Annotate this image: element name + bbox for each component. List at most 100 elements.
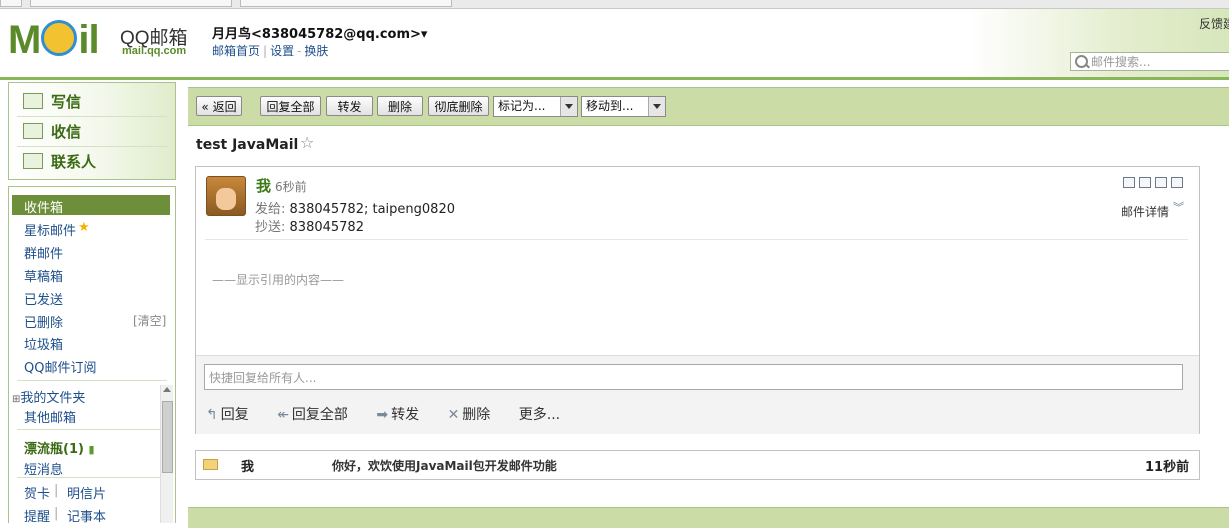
mail-view-icons xyxy=(1123,177,1187,192)
avatar xyxy=(206,176,246,216)
reply-all-icon: ↞ xyxy=(277,407,289,423)
divider xyxy=(17,429,167,430)
settings-link[interactable]: 设置 xyxy=(270,44,294,58)
more-action[interactable]: 更多... xyxy=(519,407,560,423)
sidebar-scrollbar[interactable] xyxy=(160,385,173,523)
mail-toolbar: « 返回 回复全部 转发 删除 彻底删除 标记为... 移动到... xyxy=(188,87,1229,126)
thread-subject: 你好，欢饮使用JavaMail包开发邮件功能 xyxy=(332,459,557,473)
separator: | xyxy=(54,483,59,498)
my-folders-toggle[interactable]: ⊞我的文件夹 xyxy=(12,387,85,406)
divider xyxy=(17,146,167,147)
brand-url: mail.qq.com xyxy=(122,45,187,57)
print-icon[interactable] xyxy=(1171,177,1183,188)
contacts-action[interactable]: 联系人 xyxy=(23,151,96,172)
receive-icon xyxy=(23,122,43,139)
mail-time: 6秒前 xyxy=(275,180,307,194)
mail-details-link[interactable]: 邮件详情 xyxy=(1121,203,1169,220)
chevron-down-icon xyxy=(648,97,665,116)
forward-button[interactable]: 转发 xyxy=(326,96,373,116)
mail-view: 我 6秒前 发给: 838045782; taipeng0820 抄送: 838… xyxy=(195,166,1200,434)
search-icon xyxy=(1075,55,1088,68)
chevron-down-icon xyxy=(560,97,577,116)
mailbox-home-link[interactable]: 邮箱首页 xyxy=(212,44,260,58)
divider xyxy=(17,380,167,381)
mail-search-input[interactable]: 邮件搜索... xyxy=(1070,52,1229,71)
thread-row[interactable]: 我 你好，欢饮使用JavaMail包开发邮件功能 11秒前 xyxy=(195,450,1200,480)
browser-tab[interactable] xyxy=(240,0,452,7)
bottle-icon: ▮ xyxy=(88,443,95,456)
header-divider xyxy=(0,77,1229,80)
folder-sms[interactable]: 短消息 xyxy=(24,459,63,478)
bottom-toolbar xyxy=(188,507,1229,528)
folder-other-mail[interactable]: 其他邮箱 xyxy=(24,407,76,426)
folder-cards[interactable]: 贺卡 xyxy=(24,483,50,502)
folder-reminder[interactable]: 提醒 xyxy=(24,506,50,525)
mail-subject: test JavaMail xyxy=(196,137,299,153)
qq-mail-logo[interactable]: Mil xyxy=(8,18,100,63)
compose-action[interactable]: 写信 xyxy=(23,91,81,112)
quick-reply-area: 快捷回复给所有人... ↰ 回复 ↞ 回复全部 ➡ 转发 ✕ 删除 更多... xyxy=(196,355,1199,434)
delete-button[interactable]: 删除 xyxy=(377,96,423,116)
folder-starred[interactable]: 星标邮件 xyxy=(24,220,76,239)
folder-deleted[interactable]: 已删除 xyxy=(24,312,63,331)
separator: | xyxy=(54,506,59,521)
clear-deleted-link[interactable]: [清空] xyxy=(133,312,166,329)
user-links: 邮箱首页 | 设置 - 换肤 xyxy=(212,44,329,58)
divider xyxy=(17,116,167,117)
folder-notebook[interactable]: 记事本 xyxy=(67,506,106,525)
quick-reply-input[interactable]: 快捷回复给所有人... xyxy=(204,364,1183,390)
new-window-icon[interactable] xyxy=(1123,177,1135,188)
to-recipients[interactable]: 838045782; taipeng0820 xyxy=(290,202,455,217)
logo-circle-icon xyxy=(41,20,78,57)
download-icon[interactable] xyxy=(1155,177,1167,188)
folder-sent[interactable]: 已发送 xyxy=(24,289,63,308)
browser-tab[interactable] xyxy=(0,0,22,7)
thread-from: 我 xyxy=(241,460,255,475)
star-icon: ★ xyxy=(78,220,90,235)
envelope-icon xyxy=(203,459,218,470)
show-quoted-link[interactable]: ——显示引用的内容—— xyxy=(212,271,344,288)
divider xyxy=(17,477,167,478)
browser-tab-strip xyxy=(0,0,1229,9)
reply-action[interactable]: ↰ 回复 xyxy=(206,407,261,423)
drift-bottle[interactable]: 漂流瓶(1) ▮ xyxy=(24,438,95,457)
thread-time: 11秒前 xyxy=(1145,460,1190,475)
star-toggle-icon[interactable]: ☆ xyxy=(300,133,314,152)
forward-icon: ➡ xyxy=(376,407,389,423)
move-to-select[interactable]: 移动到... xyxy=(581,96,666,117)
reply-icon: ↰ xyxy=(206,407,218,423)
change-skin-link[interactable]: 换肤 xyxy=(304,44,328,58)
quick-actions: ↰ 回复 ↞ 回复全部 ➡ 转发 ✕ 删除 更多... xyxy=(206,404,572,424)
contacts-icon xyxy=(23,152,43,169)
feedback-link[interactable]: 反馈建 xyxy=(1199,15,1229,32)
reply-all-button[interactable]: 回复全部 xyxy=(260,96,321,116)
folder-subscription[interactable]: QQ邮件订阅 xyxy=(24,357,96,376)
scroll-thumb[interactable] xyxy=(162,401,173,473)
delete-action[interactable]: ✕ 删除 xyxy=(448,407,503,423)
delete-forever-button[interactable]: 彻底删除 xyxy=(428,96,489,116)
folder-drafts[interactable]: 草稿箱 xyxy=(24,266,63,285)
folder-inbox[interactable]: 收件箱 xyxy=(12,195,170,216)
divider xyxy=(205,239,1188,240)
user-account-menu[interactable]: 月月鸟<838045782@qq.com>▾ xyxy=(212,23,427,42)
sender-name[interactable]: 我 xyxy=(256,175,271,196)
cc-recipients[interactable]: 838045782 xyxy=(290,220,364,235)
folder-postcards[interactable]: 明信片 xyxy=(67,483,106,502)
mark-as-select[interactable]: 标记为... xyxy=(493,96,578,117)
sidebar-actions: 写信 收信 联系人 xyxy=(8,82,176,180)
to-line: 发给: 838045782; taipeng0820 xyxy=(255,202,455,217)
receive-action[interactable]: 收信 xyxy=(23,121,81,142)
compose-icon xyxy=(23,92,43,109)
delete-icon: ✕ xyxy=(447,407,460,423)
scroll-up-icon[interactable] xyxy=(163,387,171,392)
folder-spam[interactable]: 垃圾箱 xyxy=(24,334,63,353)
forward-action[interactable]: ➡ 转发 xyxy=(376,407,431,423)
chevron-down-icon[interactable]: ︾ xyxy=(1173,199,1184,215)
plain-text-icon[interactable] xyxy=(1139,177,1151,188)
browser-tab[interactable] xyxy=(30,0,232,7)
folder-group[interactable]: 群邮件 xyxy=(24,243,63,262)
cc-line: 抄送: 838045782 xyxy=(255,220,364,235)
folder-list: 收件箱 星标邮件 ★ 群邮件 草稿箱 已发送 已删除 [清空] 垃圾箱 QQ邮件… xyxy=(8,186,176,525)
back-button[interactable]: « 返回 xyxy=(196,96,242,116)
reply-all-action[interactable]: ↞ 回复全部 xyxy=(277,407,360,423)
